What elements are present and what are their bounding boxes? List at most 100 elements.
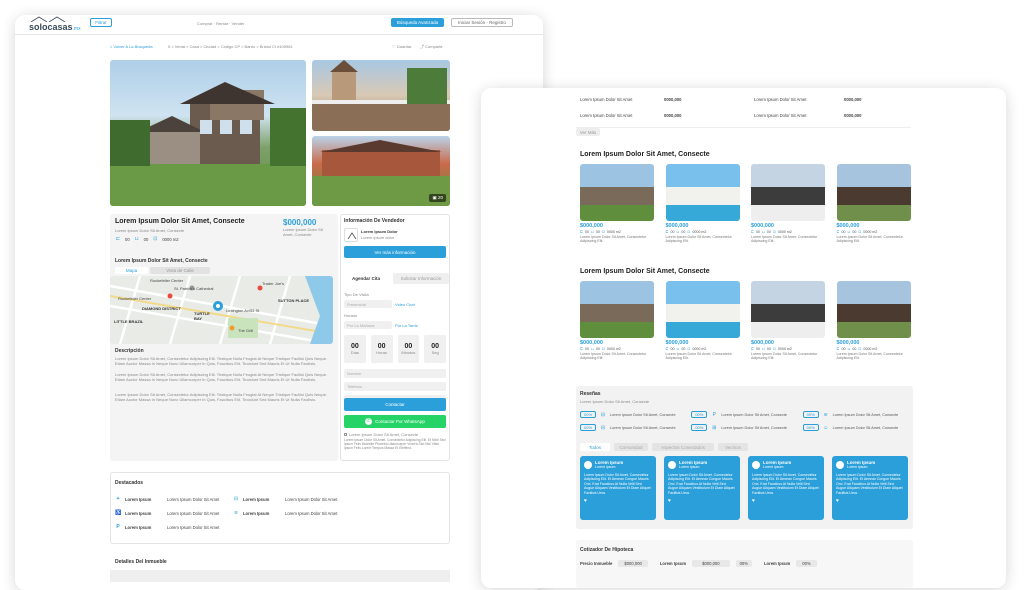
heart-icon[interactable]: ♥ <box>836 498 904 504</box>
review-card[interactable]: Lorem Ipsum Lorem Ipsum Lorem Ipsum Dolor … <box>832 456 908 520</box>
wifi-icon: ≋ <box>823 411 828 418</box>
tab-community[interactable]: Comunidad <box>614 443 648 451</box>
avatar <box>836 460 844 469</box>
down-payment-input[interactable]: $000,000 <box>692 560 730 567</box>
listing-page-card-2: Lorem Ipsum Dolor Sit Amet 0000,000 Lorem … <box>481 88 1006 588</box>
accessibility-icon: ♿ <box>115 510 122 516</box>
bath-icon: ⊔ <box>762 230 765 234</box>
heart-icon[interactable]: ♥ <box>752 498 820 504</box>
tab-request-info[interactable]: Solicitar Información <box>393 273 449 284</box>
down-payment-pct[interactable]: 00% <box>735 560 752 567</box>
review-text: Lorem Ipsum Dolor Sit Amet, Consectetur … <box>668 473 735 495</box>
seller-title: Información De Vendedor <box>344 218 405 224</box>
listing-card[interactable]: $000,000 ⊏ 00 ⊔ 00 ⊡ 0000 m2 Lorem Ipsum Dolor … <box>580 164 654 264</box>
price-input[interactable]: $000,000 <box>618 560 648 567</box>
photo-3[interactable]: ▣ 20 <box>312 136 450 206</box>
map[interactable]: Rockefeller Center St. Patrick's Cathedr… <box>110 276 333 344</box>
mortgage-title: Cotizador De Hipoteca <box>580 547 634 553</box>
contact-button[interactable]: Contactar <box>344 398 446 411</box>
name-field[interactable]: Nombre <box>344 369 446 378</box>
advanced-search-button[interactable]: Búsqueda Avanzada <box>391 18 444 27</box>
see-more-button[interactable]: Ver Más <box>576 128 600 136</box>
reviewer-sub: Lorem Ipsum <box>679 465 700 469</box>
tab-neighbors[interactable]: Vecinos <box>718 443 748 451</box>
listing-card[interactable]: $000,000 ⊏ 00 ⊔ 00 ⊡ 0000 m2 Lorem Ipsum Dolor … <box>836 164 911 264</box>
rate-input[interactable]: 00% <box>796 560 817 567</box>
review-text: Lorem Ipsum Dolor Sit Amet, Consectetur … <box>752 473 819 495</box>
listing-photo[interactable] <box>751 164 825 221</box>
heart-icon[interactable]: ♥ <box>584 498 652 504</box>
seller-subtitle: Lorem ipsum dolor <box>361 235 395 240</box>
whatsapp-button[interactable]: ✆ Contactar Por WhatsApp <box>344 415 446 428</box>
bath-icon: ⊔ <box>591 347 594 351</box>
tab-schedule[interactable]: Agendar Cita <box>341 273 391 284</box>
seller-name: Lorem Ipsum Dolor <box>361 229 398 234</box>
listing-photo[interactable] <box>580 164 654 221</box>
score-badge: 00% <box>802 424 819 431</box>
review-tabs: Todos Comunidad Aspectos Conectados Veci… <box>580 443 748 451</box>
listing-photo[interactable] <box>665 281 740 338</box>
afternoon-option[interactable]: Por La Tarde <box>395 323 418 328</box>
heart-icon[interactable]: ♥ <box>668 498 736 504</box>
filter-button[interactable]: Filtrar <box>90 18 112 27</box>
score-label: Lorem Ipsum Dolor Sit Amet, Consecte <box>721 412 787 417</box>
house-logo-icon <box>347 232 357 240</box>
score-badge: 00% <box>580 424 597 431</box>
listing-card[interactable]: $000,000 ⊏ 00 ⊔ 00 ⊡ 0000 m2 Lorem Ipsum Dolor … <box>751 281 825 381</box>
listing-desc: Lorem Ipsum Dolor Sit Amet, Consectetur … <box>751 352 818 361</box>
listing-photo[interactable] <box>836 164 911 221</box>
map-label: TURTLE BAY <box>194 311 210 321</box>
listing-photo[interactable] <box>580 281 654 338</box>
car-icon: ⊟ <box>600 424 606 431</box>
tab-map[interactable]: Mapa <box>115 267 148 274</box>
score-badge: 00% <box>691 411 708 418</box>
highlight-row: ✦ Lorem Ipsum Lorem Ipsum Dolor Sit Amet ⊟… <box>115 496 338 503</box>
tab-all[interactable]: Todos <box>580 443 610 451</box>
listing-photo[interactable] <box>665 164 740 221</box>
map-label: Trader Joe's <box>262 281 284 286</box>
listing-photo[interactable] <box>751 281 825 338</box>
feature-row: ⊏ 00 ⊔ 00 ⊡ 0000 m2 <box>580 347 621 351</box>
area-icon: ⊡ <box>772 230 776 234</box>
logo[interactable]: solocasas .mx <box>29 16 81 32</box>
table-row: Lorem Ipsum Dolor Sit Amet 0000,000 Lorem … <box>580 113 862 118</box>
score-label: Lorem Ipsum Dolor Sit Amet, Consecte <box>832 412 899 417</box>
reviews-title: Reseñas <box>580 391 601 397</box>
review-card[interactable]: Lorem Ipsum Lorem Ipsum Lorem Ipsum Dolor … <box>748 456 824 520</box>
bed-icon: ⊏ <box>751 230 755 234</box>
feature-row: ⊏ 00 ⊔ 00 ⊡ 0000 m2 <box>836 347 878 351</box>
review-cards: Lorem Ipsum Lorem Ipsum Lorem Ipsum Dolor … <box>580 456 910 522</box>
photo-2[interactable] <box>312 60 450 131</box>
main-photo[interactable] <box>110 60 306 206</box>
login-button[interactable]: Iniciar Sesión - Registro <box>451 18 513 27</box>
listing-card[interactable]: $000,000 ⊏ 00 ⊔ 00 ⊡ 0000 m2 Lorem Ipsum Dolor … <box>751 164 825 264</box>
reviewer-sub: Lorem Ipsum <box>595 465 616 469</box>
in-person-option[interactable]: Presencial <box>344 300 392 308</box>
back-link[interactable]: < Volver A La Búsqueda <box>110 44 153 49</box>
review-card[interactable]: Lorem Ipsum Lorem Ipsum Lorem Ipsum Dolor … <box>664 456 740 520</box>
listing-card[interactable]: $000,000 ⊏ 00 ⊔ 00 ⊡ 0000 m2 Lorem Ipsum Dolor … <box>580 281 654 381</box>
listing-photo[interactable] <box>836 281 911 338</box>
phone-field[interactable]: Teléfono <box>344 382 446 391</box>
listing-card[interactable]: $000,000 ⊏ 00 ⊔ 00 ⊡ 0000 m2 Lorem Ipsum Dolor … <box>836 281 911 381</box>
breadcrumb[interactable]: 0 > Venta > Casa > Ciudad > Código CP > … <box>168 44 293 49</box>
listing-price: $000,000 <box>665 340 689 346</box>
listing-price: $000,000 <box>665 223 689 229</box>
morning-option[interactable]: Por La Mañana <box>344 321 392 329</box>
review-score-row: 00% ⊟ Lorem Ipsum Dolor Sit Amet, Consecte… <box>580 411 910 418</box>
video-call-option[interactable]: Video Chat <box>395 302 415 307</box>
review-card[interactable]: Lorem Ipsum Lorem Ipsum Lorem Ipsum Dolor … <box>580 456 656 520</box>
tab-connected[interactable]: Aspectos Conectados <box>652 443 714 451</box>
consent-checkbox[interactable]: Lorem Ipsum Dolor Sit Amet, Consecte <box>344 432 418 437</box>
nav-links[interactable]: Comprar · Rentar · Vender <box>197 21 244 26</box>
listing-card[interactable]: $000,000 ⊏ 00 ⊔ 00 ⊡ 0000 m2 Lorem Ipsum Dolor … <box>665 281 740 381</box>
map-section-title: Lorem Ipsum Dolor Sit Amet, Consecte <box>115 258 208 264</box>
photo-count-badge[interactable]: ▣ 20 <box>429 194 446 202</box>
share-link[interactable]: ⤴ Compartir <box>420 44 443 49</box>
listing-price: $000,000 <box>751 340 774 346</box>
save-link[interactable]: ♡ Guardar <box>392 44 411 49</box>
bed-icon: ⊏ <box>665 347 669 351</box>
seller-info-button[interactable]: Ver más información <box>344 246 446 258</box>
tab-street-view[interactable]: Vista de Calle <box>150 267 210 274</box>
listing-card[interactable]: $000,000 ⊏ 00 ⊔ 00 ⊡ 0000 m2 Lorem Ipsum Dolor … <box>665 164 740 264</box>
